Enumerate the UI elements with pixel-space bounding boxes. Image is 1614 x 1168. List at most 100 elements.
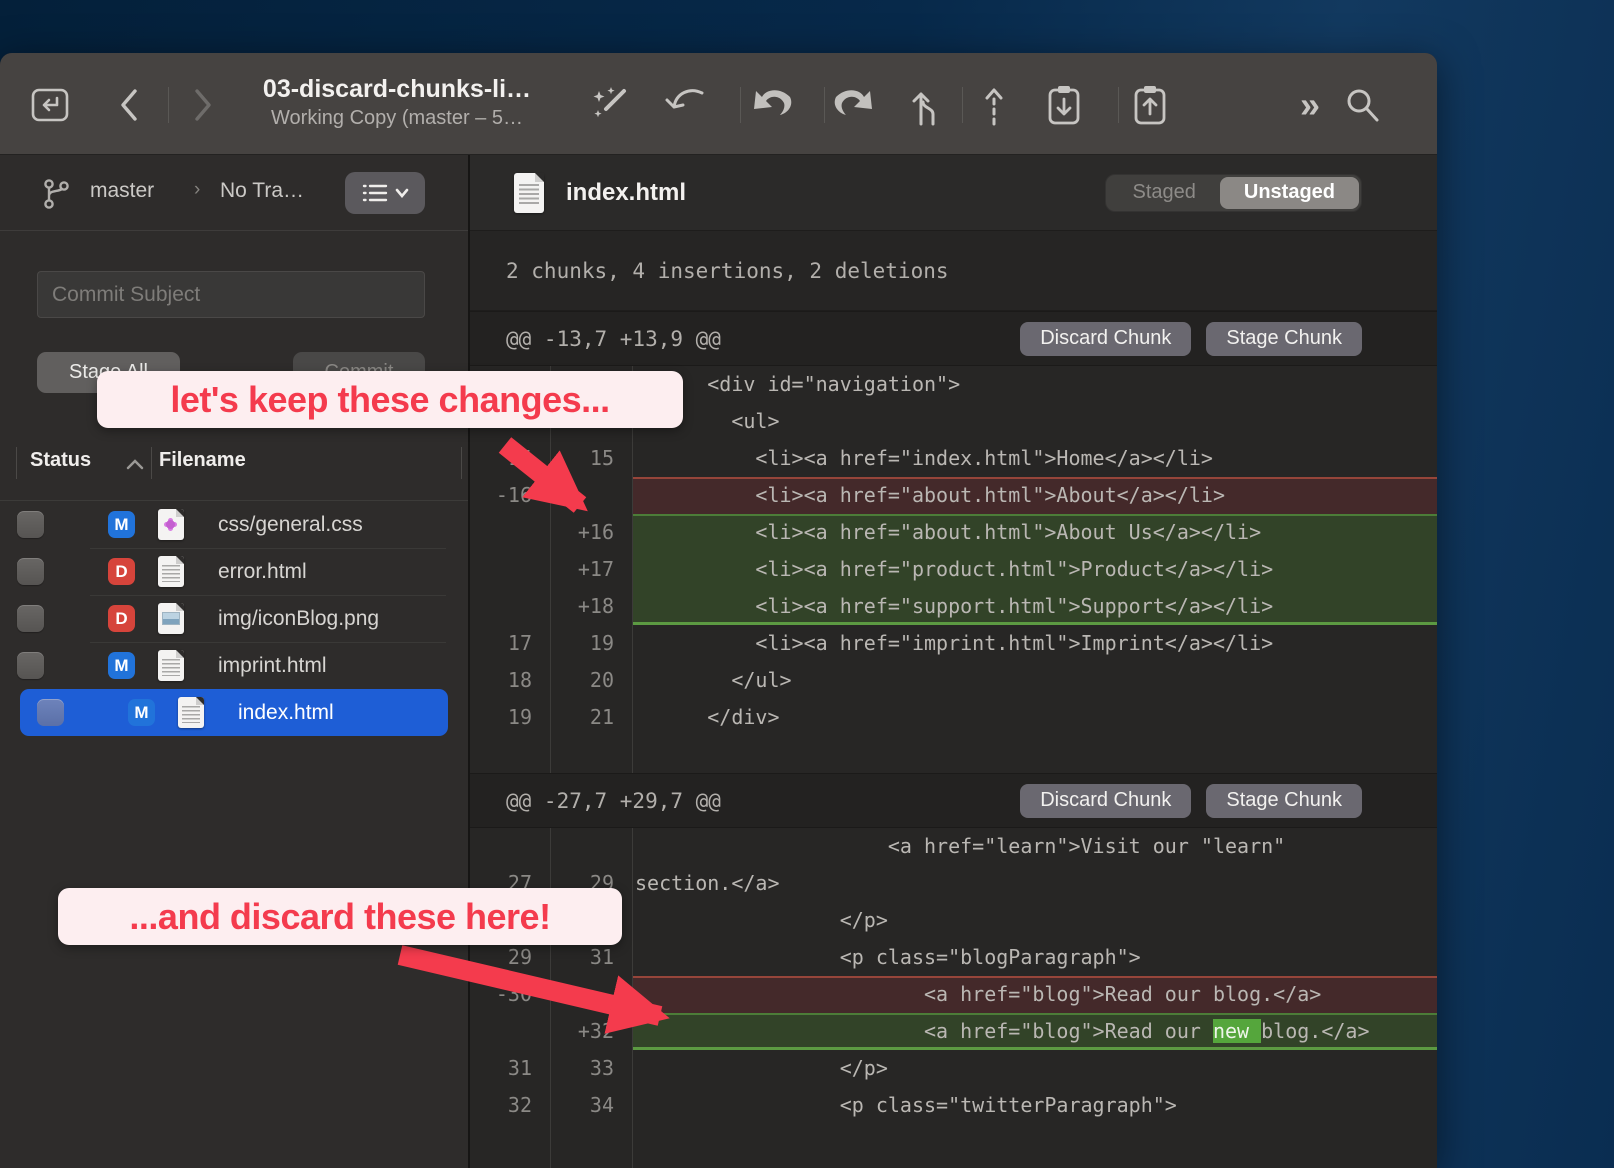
discard-arrow-icon[interactable] — [664, 83, 708, 127]
file-icon — [158, 603, 184, 634]
view-mode-button[interactable] — [345, 172, 425, 214]
file-name: css/general.css — [218, 513, 363, 537]
old-line-number — [470, 828, 551, 865]
file-checkbox[interactable] — [17, 558, 44, 585]
staged-unstaged-toggle: Staged Unstaged — [1105, 174, 1362, 212]
branch-tracking[interactable]: No Tra… — [220, 179, 304, 203]
stash-apply-icon[interactable] — [1128, 83, 1172, 127]
new-line-number: +17 — [551, 551, 633, 588]
diff-row[interactable]: 1921 </div> — [470, 699, 1437, 736]
old-line-number — [470, 1124, 551, 1168]
chunk-buttons: Discard Chunk Stage Chunk — [1020, 322, 1362, 356]
chunk-header: @@ -13,7 +13,9 @@ Discard Chunk Stage Chun… — [470, 311, 1437, 366]
word-diff-highlight: new — [1213, 1019, 1261, 1043]
file-row[interactable]: Mcss/general.css — [0, 501, 468, 548]
file-checkbox[interactable] — [37, 699, 64, 726]
desktop-background: 03-discard-chunks-li… Working Copy (mast… — [0, 0, 1614, 1168]
file-icon — [178, 697, 204, 728]
discard-chunk-button[interactable]: Discard Chunk — [1020, 784, 1191, 818]
diff-row[interactable]: <a href="learn">Visit our "learn" — [470, 828, 1437, 865]
code-text — [633, 736, 1437, 773]
file-icon — [158, 509, 184, 540]
file-table-header: Status Filename — [0, 443, 468, 483]
tab-unstaged[interactable]: Unstaged — [1220, 177, 1359, 209]
status-badge: M — [108, 652, 135, 679]
diff-summary: 2 chunks, 4 insertions, 2 deletions — [506, 259, 949, 283]
file-checkbox[interactable] — [17, 605, 44, 632]
toolbar-separator — [740, 87, 741, 123]
sort-ascending-icon[interactable] — [126, 457, 144, 475]
file-icon — [158, 650, 184, 681]
rebase-arrow-icon[interactable] — [972, 83, 1016, 127]
branch-bar[interactable]: master › No Tra… — [0, 155, 468, 231]
search-icon[interactable] — [1340, 83, 1384, 127]
diff-row[interactable]: 1719 <li><a href="imprint.html">Imprint<… — [470, 625, 1437, 662]
back-icon[interactable] — [108, 83, 152, 127]
chunk-header: @@ -27,7 +29,7 @@ Discard Chunk Stage Chun… — [470, 773, 1437, 828]
code-text: <li><a href="about.html">About Us</a></l… — [633, 514, 1437, 551]
code-text — [633, 1124, 1437, 1168]
code-text: <li><a href="imprint.html">Imprint</a></… — [633, 625, 1437, 662]
annotation-arrow-keep — [440, 425, 660, 555]
annotation-discard-changes: ...and discard these here! — [58, 888, 622, 945]
file-row[interactable]: Mimprint.html — [0, 642, 468, 689]
code-text: <li><a href="index.html">Home</a></li> — [633, 440, 1437, 477]
repo-icon[interactable] — [28, 83, 72, 127]
redo-arrow-icon[interactable] — [832, 83, 876, 127]
overflow-chevrons-icon[interactable]: » — [1288, 83, 1332, 127]
diff-row[interactable]: 3234 <p class="twitterParagraph"> — [470, 1087, 1437, 1124]
old-line-number — [470, 588, 551, 625]
status-badge: M — [108, 511, 135, 538]
stage-chunk-button[interactable]: Stage Chunk — [1206, 322, 1362, 356]
annotation-arrow-discard — [360, 930, 730, 1055]
file-row[interactable]: Dimg/iconBlog.png — [0, 595, 468, 642]
file-row[interactable]: Mindex.html — [20, 689, 448, 736]
diff-summary-bar: 2 chunks, 4 insertions, 2 deletions — [470, 231, 1437, 311]
toolbar-separator — [824, 87, 825, 123]
chunk-range: @@ -27,7 +29,7 @@ — [506, 789, 721, 813]
code-text: </p> — [633, 1050, 1437, 1087]
diff-gutter-filler — [470, 1124, 1437, 1168]
diff-row[interactable]: +17 <li><a href="product.html">Product</… — [470, 551, 1437, 588]
annotation-keep-changes: let's keep these changes... — [97, 371, 683, 428]
code-text: </p> — [633, 902, 1437, 939]
chunk-range: @@ -13,7 +13,9 @@ — [506, 327, 721, 351]
commit-subject-input[interactable] — [37, 271, 425, 318]
discard-chunk-button[interactable]: Discard Chunk — [1020, 322, 1191, 356]
git-branch-icon — [40, 177, 72, 216]
file-icon — [158, 556, 184, 587]
stash-save-icon[interactable] — [1042, 83, 1086, 127]
file-name: img/iconBlog.png — [218, 607, 379, 631]
window-title-block: 03-discard-chunks-li… Working Copy (mast… — [232, 75, 562, 130]
forward-icon[interactable] — [180, 83, 224, 127]
diff-row[interactable]: 1820 </ul> — [470, 662, 1437, 699]
column-header-filename[interactable]: Filename — [159, 449, 246, 472]
diff-row[interactable]: 3133 </p> — [470, 1050, 1437, 1087]
wand-icon[interactable] — [588, 83, 632, 127]
stage-chunk-button[interactable]: Stage Chunk — [1206, 784, 1362, 818]
branch-name[interactable]: master — [90, 179, 154, 203]
diff-file-name: index.html — [566, 179, 686, 207]
status-badge: M — [128, 699, 155, 726]
diff-row[interactable] — [470, 736, 1437, 773]
diff-row[interactable]: +18 <li><a href="support.html">Support</… — [470, 588, 1437, 625]
status-badge: D — [108, 605, 135, 632]
file-checkbox[interactable] — [17, 511, 44, 538]
old-line-number: 17 — [470, 625, 551, 662]
old-line-number: 19 — [470, 699, 551, 736]
code-segment: blog.</a> — [1261, 1019, 1369, 1043]
file-checkbox[interactable] — [17, 652, 44, 679]
merge-icon[interactable] — [905, 83, 949, 127]
tab-staged[interactable]: Staged — [1108, 177, 1219, 209]
file-row[interactable]: Derror.html — [0, 548, 468, 595]
old-line-number — [470, 736, 551, 773]
undo-arrow-icon[interactable] — [750, 83, 794, 127]
file-list: Mcss/general.cssDerror.htmlDimg/iconBlog… — [0, 501, 468, 736]
code-text: <a href="learn">Visit our "learn" — [633, 828, 1437, 865]
column-header-status[interactable]: Status — [30, 449, 91, 472]
chunk-buttons: Discard Chunk Stage Chunk — [1020, 784, 1362, 818]
code-text: <ul> — [633, 403, 1437, 440]
png-file-glyph — [162, 612, 180, 625]
code-text: <a href="blog">Read our blog.</a> — [633, 976, 1437, 1013]
old-line-number: 31 — [470, 1050, 551, 1087]
